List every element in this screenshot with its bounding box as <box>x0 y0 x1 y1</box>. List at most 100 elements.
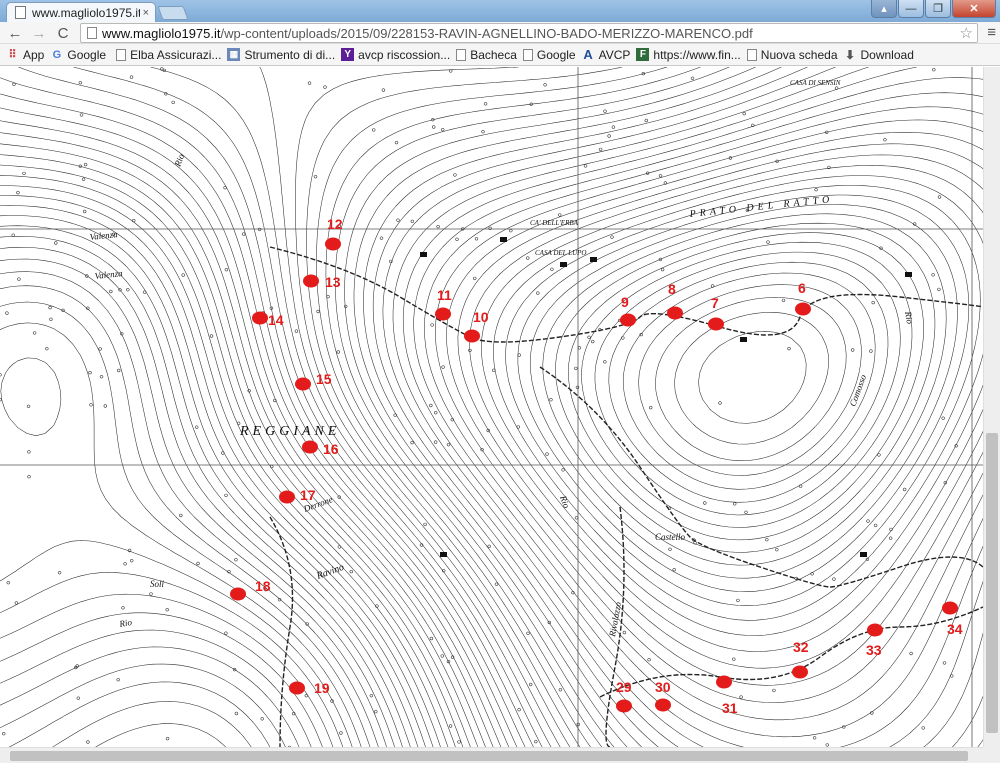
site-marker <box>302 440 318 454</box>
site-marker-label: 9 <box>621 294 629 310</box>
minimize-button[interactable]: — <box>898 0 924 18</box>
site-marker <box>464 329 480 343</box>
site-marker <box>867 623 883 637</box>
yahoo-icon: Y <box>341 48 355 61</box>
bookmark-item[interactable]: Elba Assicurazi... <box>116 48 221 62</box>
bookmark-item[interactable]: ⬇ Download <box>844 48 914 62</box>
bookmarks-bar: ⠿ App G Google Elba Assicurazi... ▦ Strumento … <box>0 44 1000 66</box>
site-marker-label: 14 <box>268 312 284 328</box>
site-marker-label: 33 <box>866 642 882 658</box>
bookmark-item[interactable]: G Google <box>50 48 106 62</box>
bookmark-label: Elba Assicurazi... <box>130 47 222 62</box>
place-name: Valenza <box>89 229 118 242</box>
site-marker <box>279 490 295 504</box>
page-icon <box>456 48 467 61</box>
bookmark-star-icon[interactable]: ☆ <box>960 24 973 42</box>
f-icon: F <box>636 48 650 61</box>
site-marker-label: 19 <box>314 680 330 696</box>
browser-tab[interactable]: www.magliolo1975.it × <box>6 2 156 22</box>
page-icon <box>746 48 757 61</box>
road-line <box>539 366 983 588</box>
bookmark-item[interactable]: ⠿ App <box>6 48 44 62</box>
bookmark-label: Google <box>67 47 107 62</box>
new-tab-button[interactable] <box>157 6 189 20</box>
place-name: PRATO DEL RATTO <box>688 194 834 220</box>
site-marker <box>792 665 808 679</box>
place-name: Soli <box>150 579 165 589</box>
vertical-scroll-thumb[interactable] <box>986 433 998 733</box>
page-favicon-icon <box>15 6 26 19</box>
site-marker <box>620 313 636 327</box>
place-name: Rivalazzo <box>607 601 623 639</box>
forward-button[interactable]: → <box>30 24 48 42</box>
site-marker-label: 8 <box>668 281 676 297</box>
site-marker <box>667 306 683 320</box>
site-marker <box>716 675 732 689</box>
site-marker-label: 7 <box>711 295 719 311</box>
close-window-button[interactable]: ✕ <box>952 0 996 18</box>
site-marker-label: 15 <box>316 371 332 387</box>
bookmark-item[interactable]: Yavcp riscossion... <box>341 48 450 62</box>
site-marker-label: 16 <box>323 441 339 457</box>
site-marker <box>252 311 268 325</box>
site-marker-label: 10 <box>473 309 489 325</box>
horizontal-scrollbar[interactable] <box>0 747 983 763</box>
tab-title: www.magliolo1975.it <box>32 5 140 20</box>
bookmark-item[interactable]: Google <box>522 48 576 62</box>
place-name: REGGIANE <box>239 424 340 439</box>
site-marker <box>616 699 632 713</box>
reload-button[interactable]: C <box>54 24 72 42</box>
site-marker <box>795 302 811 316</box>
place-name: CASA DEL LUPO <box>535 249 586 257</box>
building-mark <box>500 237 507 242</box>
site-marker <box>435 307 451 321</box>
bookmark-item[interactable]: Fhttps://www.fin... <box>636 48 741 62</box>
bookmark-label: Nuova scheda <box>760 47 838 62</box>
url-path: /wp-content/uploads/2015/09/228153-RAVIN… <box>220 25 753 41</box>
window-controls: ▴ — ❐ ✕ <box>870 0 996 18</box>
bookmark-label: Bacheca <box>470 47 517 62</box>
page-icon <box>87 27 97 39</box>
place-name: Rio <box>903 310 915 326</box>
chrome-menu-icon[interactable]: ≡ <box>987 24 996 41</box>
bookmark-item[interactable]: Nuova scheda <box>746 47 838 62</box>
avcp-icon: A <box>583 47 593 62</box>
terrain-symbols <box>0 67 958 747</box>
site-marker-label: 17 <box>300 487 316 503</box>
site-marker <box>295 377 311 391</box>
site-marker-label: 31 <box>722 700 738 716</box>
site-marker-label: 6 <box>798 280 806 296</box>
apps-icon: ⠿ <box>8 49 17 61</box>
site-marker <box>942 601 958 615</box>
site-marker-label: 32 <box>793 639 809 655</box>
place-name: Valenza <box>94 268 123 281</box>
bookmark-item[interactable]: A AVCP <box>582 47 630 62</box>
pdf-viewer[interactable]: Valenza Valenza PRATO DEL RATTO CA' DELL'ER… <box>0 67 1000 747</box>
bookmark-item[interactable]: Bacheca <box>456 48 517 62</box>
user-profile-button[interactable]: ▴ <box>871 0 897 18</box>
address-bar[interactable]: www.magliolo1975.it/wp-content/uploads/2… <box>80 23 978 43</box>
site-marker-label: 30 <box>655 679 671 695</box>
place-name: Ravino <box>314 562 345 582</box>
building-mark <box>590 257 597 262</box>
bookmark-label: avcp riscossion... <box>358 47 451 62</box>
building-mark <box>440 552 447 557</box>
place-name: Comosso <box>847 373 868 408</box>
maximize-button[interactable]: ❐ <box>925 0 951 18</box>
site-marker <box>708 317 724 331</box>
site-marker <box>230 587 246 601</box>
google-icon: G <box>52 48 62 61</box>
building-mark <box>905 272 912 277</box>
place-name: Castello <box>655 532 686 542</box>
tool-icon: ▦ <box>227 48 241 61</box>
horizontal-scroll-thumb[interactable] <box>10 751 968 761</box>
building-mark <box>420 252 427 257</box>
vertical-scrollbar[interactable] <box>983 67 1000 747</box>
building-mark <box>740 337 747 342</box>
site-marker <box>325 237 341 251</box>
tab-close-icon[interactable]: × <box>143 7 149 19</box>
url-host: www.magliolo1975.it <box>102 25 221 41</box>
back-button[interactable]: ← <box>6 24 24 42</box>
bookmark-item[interactable]: ▦ Strumento di di... <box>227 48 335 62</box>
place-name: Rio <box>118 617 134 629</box>
